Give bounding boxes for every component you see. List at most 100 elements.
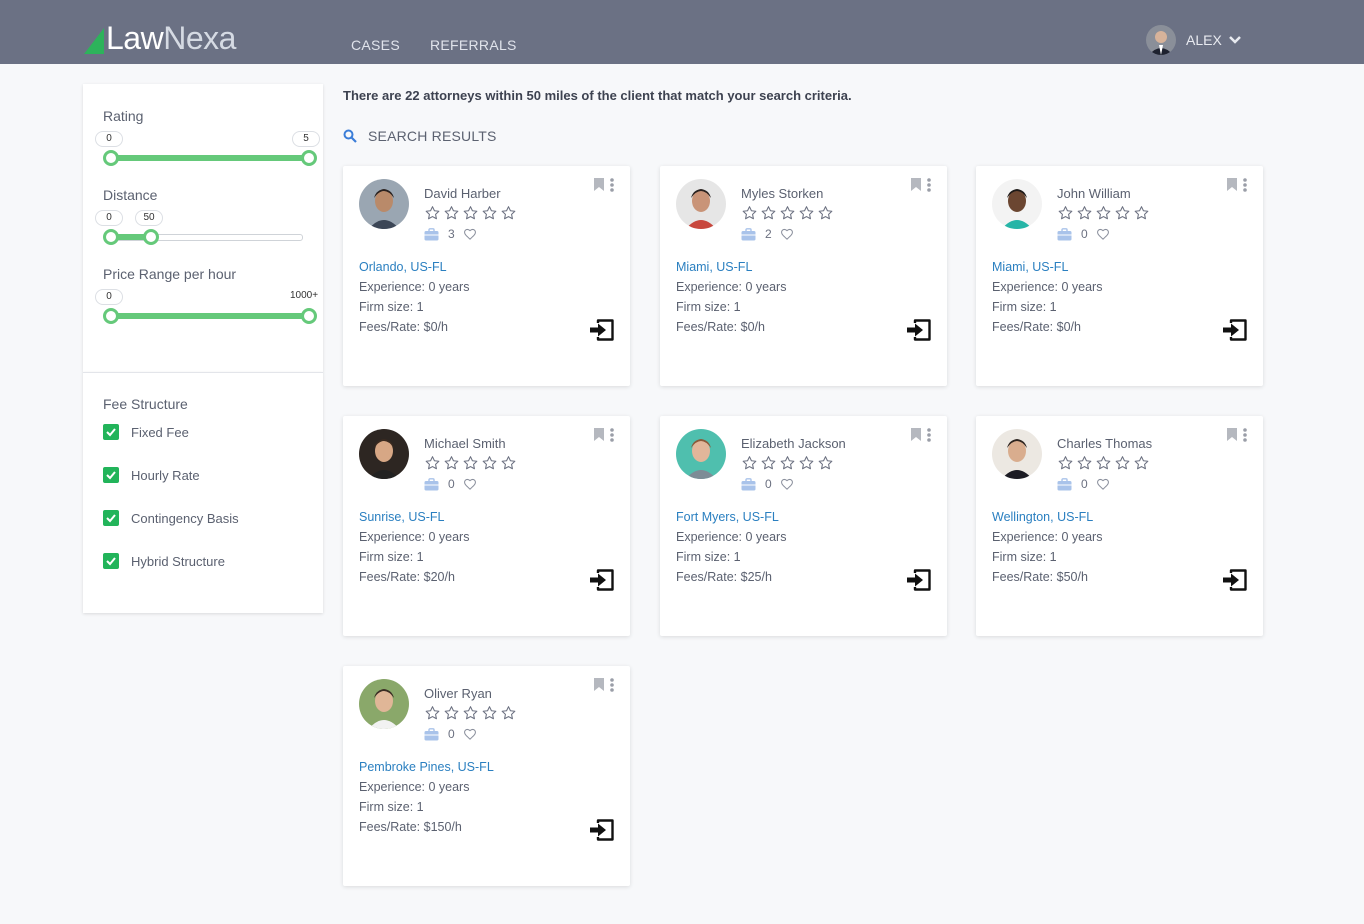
attorney-name[interactable]: Elizabeth Jackson: [741, 436, 846, 451]
attorney-location-link[interactable]: Miami, US-FL: [992, 260, 1068, 274]
heart-icon[interactable]: [780, 478, 794, 490]
heart-icon[interactable]: [780, 228, 794, 240]
star-icon[interactable]: [817, 205, 834, 226]
attorney-card[interactable]: Myles Storken 2 Miami, US-FL Experience: 0 …: [660, 166, 947, 386]
star-icon[interactable]: [741, 455, 758, 476]
more-options-icon[interactable]: [927, 428, 931, 442]
star-icon[interactable]: [462, 205, 479, 226]
app-logo[interactable]: LawNexa: [84, 22, 236, 54]
more-options-icon[interactable]: [927, 178, 931, 192]
distance-min-handle[interactable]: [103, 229, 119, 245]
attorney-name[interactable]: Myles Storken: [741, 186, 823, 201]
more-options-icon[interactable]: [610, 678, 614, 692]
star-icon[interactable]: [1133, 205, 1150, 226]
star-icon[interactable]: [500, 455, 517, 476]
attorney-name[interactable]: Charles Thomas: [1057, 436, 1152, 451]
nav-cases[interactable]: CASES: [351, 37, 400, 53]
star-icon[interactable]: [481, 455, 498, 476]
price-slider-track[interactable]: [111, 313, 309, 319]
bookmark-icon[interactable]: [594, 678, 604, 691]
attorney-location-link[interactable]: Sunrise, US-FL: [359, 510, 444, 524]
refer-sign-in-icon[interactable]: [589, 318, 615, 342]
attorney-location-link[interactable]: Orlando, US-FL: [359, 260, 447, 274]
star-icon[interactable]: [500, 205, 517, 226]
star-icon[interactable]: [1114, 205, 1131, 226]
star-icon[interactable]: [760, 205, 777, 226]
star-icon[interactable]: [424, 205, 441, 226]
price-max-handle[interactable]: [301, 308, 317, 324]
bookmark-icon[interactable]: [911, 428, 921, 441]
star-icon[interactable]: [741, 205, 758, 226]
bookmark-icon[interactable]: [1227, 428, 1237, 441]
star-icon[interactable]: [798, 205, 815, 226]
star-icon[interactable]: [443, 455, 460, 476]
refer-sign-in-icon[interactable]: [1222, 568, 1248, 592]
attorney-location-link[interactable]: Pembroke Pines, US-FL: [359, 760, 494, 774]
refer-sign-in-icon[interactable]: [1222, 318, 1248, 342]
star-icon[interactable]: [462, 455, 479, 476]
bookmark-icon[interactable]: [911, 178, 921, 191]
attorney-avatar[interactable]: [359, 679, 409, 729]
heart-icon[interactable]: [463, 728, 477, 740]
star-icon[interactable]: [424, 455, 441, 476]
refer-sign-in-icon[interactable]: [906, 568, 932, 592]
attorney-avatar[interactable]: [676, 179, 726, 229]
bookmark-icon[interactable]: [1227, 178, 1237, 191]
attorney-name[interactable]: David Harber: [424, 186, 501, 201]
attorney-card[interactable]: Charles Thomas 0 Wellington, US-FL Experien…: [976, 416, 1263, 636]
checkbox-hybrid-structure[interactable]: Hybrid Structure: [103, 553, 225, 569]
attorney-location-link[interactable]: Fort Myers, US-FL: [676, 510, 779, 524]
attorney-name[interactable]: Oliver Ryan: [424, 686, 492, 701]
more-options-icon[interactable]: [610, 178, 614, 192]
star-icon[interactable]: [798, 455, 815, 476]
attorney-avatar[interactable]: [992, 429, 1042, 479]
attorney-name[interactable]: John William: [1057, 186, 1131, 201]
attorney-avatar[interactable]: [992, 179, 1042, 229]
rating-slider-track[interactable]: [111, 155, 309, 161]
attorney-avatar[interactable]: [359, 179, 409, 229]
star-icon[interactable]: [424, 705, 441, 726]
star-icon[interactable]: [1076, 205, 1093, 226]
heart-icon[interactable]: [1096, 228, 1110, 240]
star-icon[interactable]: [1095, 455, 1112, 476]
attorney-card[interactable]: Elizabeth Jackson 0 Fort Myers, US-FL Exper…: [660, 416, 947, 636]
star-icon[interactable]: [760, 455, 777, 476]
attorney-name[interactable]: Michael Smith: [424, 436, 506, 451]
star-icon[interactable]: [1095, 205, 1112, 226]
checkbox-contingency-basis[interactable]: Contingency Basis: [103, 510, 239, 526]
attorney-location-link[interactable]: Miami, US-FL: [676, 260, 752, 274]
star-icon[interactable]: [779, 455, 796, 476]
nav-referrals[interactable]: REFERRALS: [430, 37, 517, 53]
rating-min-handle[interactable]: [103, 150, 119, 166]
more-options-icon[interactable]: [1243, 178, 1247, 192]
bookmark-icon[interactable]: [594, 428, 604, 441]
refer-sign-in-icon[interactable]: [906, 318, 932, 342]
refer-sign-in-icon[interactable]: [589, 818, 615, 842]
star-icon[interactable]: [1057, 455, 1074, 476]
star-icon[interactable]: [500, 705, 517, 726]
heart-icon[interactable]: [463, 228, 477, 240]
price-min-handle[interactable]: [103, 308, 119, 324]
attorney-avatar[interactable]: [676, 429, 726, 479]
heart-icon[interactable]: [463, 478, 477, 490]
user-menu[interactable]: ALEX: [1146, 25, 1242, 55]
attorney-avatar[interactable]: [359, 429, 409, 479]
heart-icon[interactable]: [1096, 478, 1110, 490]
star-icon[interactable]: [1114, 455, 1131, 476]
star-icon[interactable]: [1057, 205, 1074, 226]
star-icon[interactable]: [481, 205, 498, 226]
attorney-location-link[interactable]: Wellington, US-FL: [992, 510, 1093, 524]
bookmark-icon[interactable]: [594, 178, 604, 191]
more-options-icon[interactable]: [610, 428, 614, 442]
star-icon[interactable]: [481, 705, 498, 726]
attorney-card[interactable]: David Harber 3 Orlando, US-FL Experience: 0…: [343, 166, 630, 386]
checkbox-hourly-rate[interactable]: Hourly Rate: [103, 467, 200, 483]
star-icon[interactable]: [817, 455, 834, 476]
star-icon[interactable]: [779, 205, 796, 226]
more-options-icon[interactable]: [1243, 428, 1247, 442]
star-icon[interactable]: [443, 205, 460, 226]
refer-sign-in-icon[interactable]: [589, 568, 615, 592]
attorney-card[interactable]: Michael Smith 0 Sunrise, US-FL Experience: …: [343, 416, 630, 636]
star-icon[interactable]: [443, 705, 460, 726]
distance-max-handle[interactable]: [143, 229, 159, 245]
